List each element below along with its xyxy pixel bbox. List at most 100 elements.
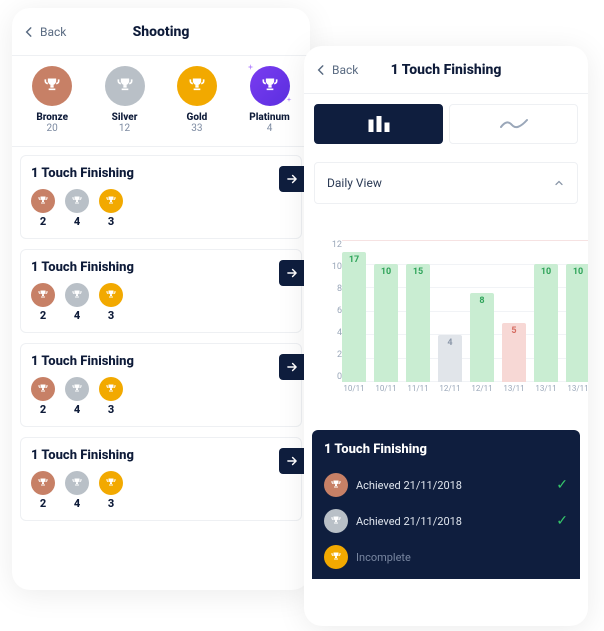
silver-trophy-icon (324, 509, 348, 533)
y-tick: 8 (324, 284, 342, 294)
y-tick: 10 (324, 262, 342, 272)
tier-summary: Bronze 20 Silver 12 Gold 33 Platinum 4 (12, 56, 310, 147)
drill-list: 1 Touch Finishing 2 4 3 1 Touch Finishing 2 4 3… (12, 147, 310, 531)
gold-trophy-icon (177, 66, 217, 106)
mini-trophy-bronze: 2 (31, 377, 55, 416)
tier-silver[interactable]: Silver 12 (105, 66, 145, 134)
view-select[interactable]: Daily View (314, 162, 578, 204)
mini-trophies: 2 4 3 (31, 283, 291, 322)
platinum-trophy-icon (250, 66, 290, 106)
mini-trophy-count: 4 (74, 309, 80, 322)
mini-trophies: 243 (31, 377, 291, 416)
x-tick: 12/11 (438, 384, 462, 404)
drill-open-button[interactable] (279, 448, 305, 474)
chart: 121086420 17101548510108 10/1110/1111/11… (304, 204, 588, 422)
tier-count: 12 (119, 123, 130, 134)
achievement-row: Incomplete (324, 539, 568, 575)
drill-open-button[interactable] (279, 260, 305, 286)
achievement-text: Achieved 21/11/2018 (356, 515, 548, 528)
drill-title: 1 Touch Finishing (31, 260, 291, 275)
bar[interactable]: 10 (374, 264, 398, 382)
bar-chart-button[interactable] (314, 104, 443, 144)
arrow-right-icon (285, 360, 299, 374)
tier-platinum[interactable]: Platinum 4 (249, 66, 290, 134)
chevron-left-icon (314, 63, 328, 77)
drill-card[interactable]: 1 Touch Finishing243 (20, 437, 302, 521)
tier-count: 33 (191, 123, 202, 134)
arrow-right-icon (285, 266, 299, 280)
drill-card[interactable]: 1 Touch Finishing 2 4 3 (20, 249, 302, 333)
mini-trophies: 2 4 3 (31, 189, 291, 228)
x-tick: 12/11 (470, 384, 494, 404)
gold-trophy-icon (99, 377, 123, 401)
drill-open-button[interactable] (279, 166, 305, 192)
y-tick: 6 (324, 306, 342, 316)
bar[interactable]: 5 (502, 323, 526, 382)
gold-trophy-icon (324, 545, 348, 569)
tier-bronze[interactable]: Bronze 20 (32, 66, 72, 134)
gold-trophy-icon (99, 283, 123, 307)
bar[interactable]: 10 (534, 264, 558, 382)
bar[interactable]: 10 (566, 264, 588, 382)
mini-trophies: 243 (31, 471, 291, 510)
bronze-trophy-icon (324, 473, 348, 497)
y-axis: 121086420 (324, 240, 342, 382)
bar-label: 4 (447, 335, 452, 348)
mini-trophy-count: 4 (74, 403, 80, 416)
bar[interactable]: 4 (438, 335, 462, 382)
drill-open-button[interactable] (279, 354, 305, 380)
chevron-left-icon (22, 25, 36, 39)
mini-trophy-bronze: 2 (31, 189, 55, 228)
achievement-text: Incomplete (356, 551, 568, 564)
tier-label: Platinum (249, 112, 290, 123)
achievement-row: Achieved 21/11/2018✓ (324, 503, 568, 539)
x-tick: 10/11 (342, 384, 366, 404)
bars: 17101548510108 (342, 240, 588, 382)
drill-title: 1 Touch Finishing (31, 166, 291, 181)
silver-trophy-icon (65, 377, 89, 401)
bar-label: 10 (381, 264, 391, 277)
tier-count: 20 (47, 123, 58, 134)
tier-label: Silver (112, 112, 138, 123)
back-button[interactable]: Back (314, 46, 358, 94)
mini-trophy-gold: 3 (99, 471, 123, 510)
achievement-row: Achieved 21/11/2018✓ (324, 467, 568, 503)
drill-detail-screen: Back 1 Touch Finishing Daily View 12 10 8 6… (304, 46, 588, 626)
tier-count: 4 (267, 123, 273, 134)
chevron-up-icon (553, 177, 565, 189)
bronze-trophy-icon (32, 66, 72, 106)
bronze-trophy-icon (31, 471, 55, 495)
bar-label: 8 (479, 293, 484, 306)
y-tick: 0 (324, 372, 342, 382)
y-tick: 2 (324, 350, 342, 360)
tier-label: Bronze (36, 112, 68, 123)
mini-trophy-count: 3 (108, 215, 114, 228)
mini-trophy-count: 4 (74, 215, 80, 228)
bar-chart-icon (367, 116, 391, 132)
x-tick: 13/11 (534, 384, 558, 404)
bar[interactable]: 15 (406, 264, 430, 382)
mini-trophy-silver: 4 (65, 283, 89, 322)
mini-trophy-bronze: 2 (31, 283, 55, 322)
drill-card[interactable]: 1 Touch Finishing243 (20, 343, 302, 427)
arrow-right-icon (285, 454, 299, 468)
mini-trophy-bronze: 2 (31, 471, 55, 510)
back-label: Back (40, 25, 66, 39)
back-button[interactable]: Back (22, 8, 66, 56)
x-axis: 10/1110/1111/1112/1112/1113/1113/1113/11… (342, 384, 588, 404)
shooting-screen: Back Shooting Bronze 20 Silver 12 Gold 3… (12, 8, 310, 590)
back-label: Back (332, 63, 358, 77)
y-tick: 12 (324, 240, 342, 250)
header: Back 1 Touch Finishing (304, 46, 588, 94)
silver-trophy-icon (105, 66, 145, 106)
mini-trophy-gold: 3 (99, 189, 123, 228)
line-chart-button[interactable] (449, 104, 578, 144)
mini-trophy-count: 3 (108, 309, 114, 322)
bronze-trophy-icon (31, 189, 55, 213)
drill-title: 1 Touch Finishing (31, 354, 291, 369)
bar[interactable]: 17 (342, 252, 366, 382)
drill-card[interactable]: 1 Touch Finishing 2 4 3 (20, 155, 302, 239)
check-icon: ✓ (556, 477, 568, 493)
bar[interactable]: 8 (470, 293, 494, 382)
tier-gold[interactable]: Gold 33 (177, 66, 217, 134)
